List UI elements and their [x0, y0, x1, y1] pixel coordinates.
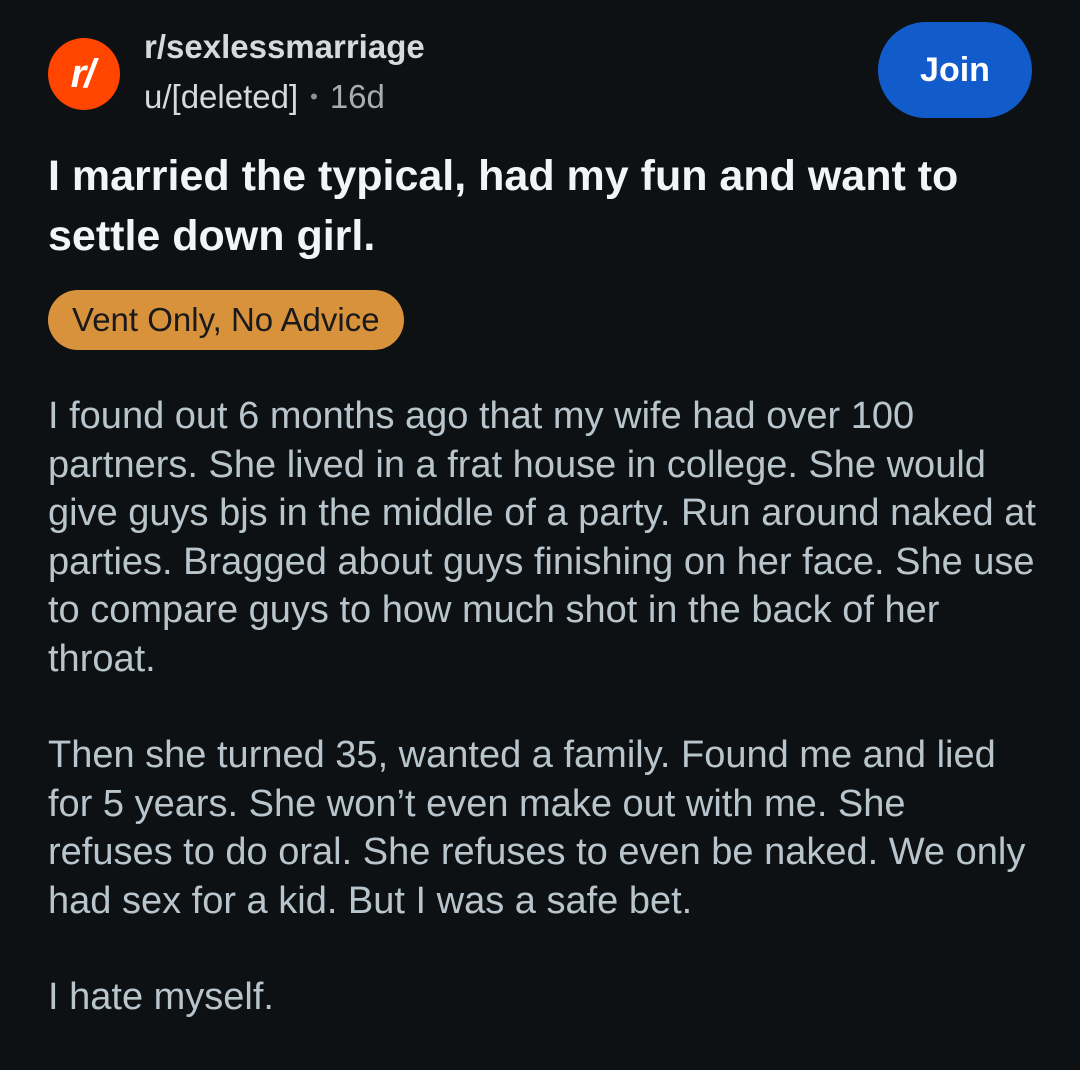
body-paragraph: I hate myself.	[48, 976, 274, 1018]
post-body: I found out 6 months ago that my wife ha…	[48, 392, 1038, 1070]
body-paragraph: I found out 6 months ago that my wife ha…	[48, 395, 1036, 680]
reddit-r-slash-icon: r/	[70, 52, 96, 96]
join-button[interactable]: Join	[878, 22, 1032, 118]
subreddit-name[interactable]: r/sexlessmarriage	[144, 28, 425, 66]
body-paragraph: Then she turned 35, wanted a family. Fou…	[48, 734, 1026, 922]
post-age: 16d	[329, 78, 385, 115]
post-flair[interactable]: Vent Only, No Advice	[48, 290, 404, 350]
author-name[interactable]: u/[deleted]	[144, 78, 298, 116]
separator-dot: •	[310, 84, 318, 109]
post-header: r/ r/sexlessmarriage u/[deleted] • 16d J…	[48, 22, 1032, 122]
post-meta: u/[deleted] • 16d	[144, 78, 385, 116]
post-title[interactable]: I married the typical, had my fun and wa…	[48, 146, 1033, 266]
subreddit-icon[interactable]: r/	[48, 38, 120, 110]
